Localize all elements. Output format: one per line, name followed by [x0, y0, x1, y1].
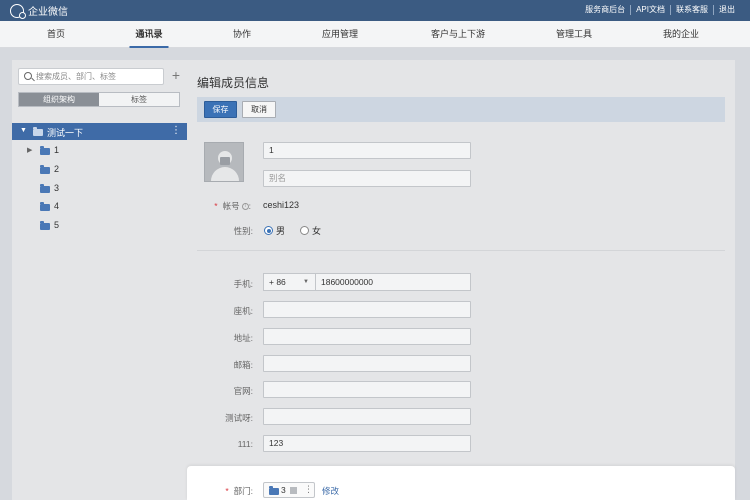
phone-label: 手机: — [233, 279, 253, 289]
section-divider — [197, 250, 725, 251]
gender-female-label[interactable]: 女 — [312, 224, 321, 237]
name-field[interactable]: 1 — [263, 142, 471, 159]
address-label: 地址: — [233, 333, 253, 343]
avatar-body-shape — [211, 167, 239, 181]
save-button[interactable]: 保存 — [204, 101, 237, 118]
wecom-logo-icon — [10, 3, 26, 19]
collapse-arrow-icon[interactable]: ▶ — [27, 146, 32, 154]
page-title: 编辑成员信息 — [197, 76, 270, 90]
field-111-label: 111: — [237, 439, 253, 449]
tree-item-5[interactable]: 5 — [12, 217, 187, 235]
cancel-button[interactable]: 取消 — [242, 101, 276, 118]
link-provider-admin[interactable]: 服务商后台 — [580, 5, 630, 15]
gender-radio-group: 男 女 — [264, 224, 321, 237]
folder-icon — [40, 202, 50, 211]
leader-toggle-icon[interactable] — [290, 487, 297, 494]
nav-collaboration[interactable]: 协作 — [233, 21, 251, 48]
gender-male-label[interactable]: 男 — [276, 224, 285, 237]
main-nav: 首页 通讯录 协作 应用管理 客户与上下游 管理工具 我的企业 — [0, 21, 750, 48]
folder-icon — [40, 184, 50, 193]
folder-icon — [40, 165, 50, 174]
tab-org-structure[interactable]: 组织架构 — [19, 93, 99, 106]
sidebar-tabs: 组织架构 标签 — [18, 92, 180, 107]
tree-root-label: 测试一下 — [47, 128, 84, 138]
tree-item-2[interactable]: 2 — [12, 161, 187, 179]
more-options-icon[interactable]: ⋮ — [171, 125, 181, 136]
tab-tags[interactable]: 标签 — [99, 93, 179, 106]
app-title: 企业微信 — [28, 7, 68, 18]
department-value: 3 — [281, 485, 286, 495]
expand-arrow-icon[interactable]: ▼ — [20, 127, 27, 134]
nav-customers[interactable]: 客户与上下游 — [431, 21, 485, 48]
gender-female-radio[interactable] — [300, 226, 310, 235]
edit-member-panel: 编辑成员信息 保存 取消 1 别名 * 帐号 i: ceshi123 性别: 男 女… — [187, 60, 735, 500]
info-icon[interactable]: i — [241, 203, 249, 211]
tree-item-4[interactable]: 4 — [12, 198, 187, 216]
folder-icon — [33, 127, 43, 136]
nav-management-tools[interactable]: 管理工具 — [556, 21, 592, 48]
top-bar: 企业微信 服务商后台 API文档 联系客服 退出 — [0, 0, 750, 21]
add-button[interactable]: + — [169, 68, 183, 85]
tree-item-label: 3 — [54, 183, 60, 193]
alias-field[interactable]: 别名 — [263, 170, 471, 187]
account-value: ceshi123 — [263, 200, 300, 210]
tree-item-3[interactable]: 3 — [12, 180, 187, 198]
camera-icon — [220, 157, 230, 165]
website-label: 官网: — [233, 386, 253, 396]
chevron-down-icon: ▼ — [303, 279, 309, 285]
landline-label: 座机: — [233, 306, 253, 316]
tree-item-label: 4 — [54, 201, 60, 211]
nav-my-enterprise[interactable]: 我的企业 — [663, 21, 699, 48]
required-marker: * — [214, 201, 218, 211]
sidebar: + 组织架构 标签 ▼ 测试一下 ⋮ ▶ 1 2 3 4 5 — [12, 60, 187, 500]
tree-item-label: 2 — [54, 164, 60, 174]
custom-field-label: 测试呀: — [225, 413, 253, 423]
phone-field: + 86 ▼ 18600000000 — [263, 273, 471, 291]
more-options-icon[interactable]: ⋮ — [304, 484, 313, 495]
email-field[interactable] — [263, 355, 471, 372]
tree-item-label: 5 — [54, 220, 60, 230]
avatar-upload[interactable] — [204, 142, 244, 182]
nav-contacts[interactable]: 通讯录 — [129, 21, 169, 48]
department-card: * 部门: 3 ⋮ 修改 — [187, 466, 735, 500]
account-label: * 帐号 i: — [214, 201, 251, 211]
landline-field[interactable] — [263, 301, 471, 318]
tree-item-1[interactable]: ▶ 1 — [12, 142, 187, 160]
folder-icon — [40, 146, 50, 155]
top-links: 服务商后台 API文档 联系客服 退出 — [580, 5, 740, 15]
email-label: 邮箱: — [233, 360, 253, 370]
phone-input[interactable]: 18600000000 — [321, 274, 373, 290]
folder-icon — [40, 221, 50, 230]
app-logo[interactable]: 企业微信 — [10, 3, 68, 19]
address-field[interactable] — [263, 328, 471, 345]
required-marker: * — [225, 486, 229, 496]
gender-label: 性别: — [233, 226, 253, 236]
sidebar-search — [18, 68, 164, 85]
country-code-select[interactable]: + 86 ▼ — [264, 274, 316, 290]
search-input[interactable] — [36, 70, 161, 83]
department-edit-link[interactable]: 修改 — [322, 485, 339, 497]
nav-app-management[interactable]: 应用管理 — [322, 21, 358, 48]
website-field[interactable] — [263, 381, 471, 398]
tree-root-item[interactable]: ▼ 测试一下 ⋮ — [12, 123, 187, 140]
link-logout[interactable]: 退出 — [713, 5, 740, 15]
gender-male-radio[interactable] — [264, 226, 273, 235]
nav-home[interactable]: 首页 — [47, 21, 65, 48]
field-111-input[interactable]: 123 — [263, 435, 471, 452]
search-icon — [24, 72, 32, 80]
tree-item-label: 1 — [54, 145, 60, 155]
link-api-docs[interactable]: API文档 — [630, 5, 670, 15]
form-toolbar: 保存 取消 — [197, 97, 725, 122]
link-contact-support[interactable]: 联系客服 — [670, 5, 713, 15]
folder-icon — [269, 486, 279, 495]
custom-field[interactable] — [263, 408, 471, 425]
department-chip[interactable]: 3 ⋮ — [263, 482, 315, 498]
department-label: * 部门: — [225, 486, 253, 496]
